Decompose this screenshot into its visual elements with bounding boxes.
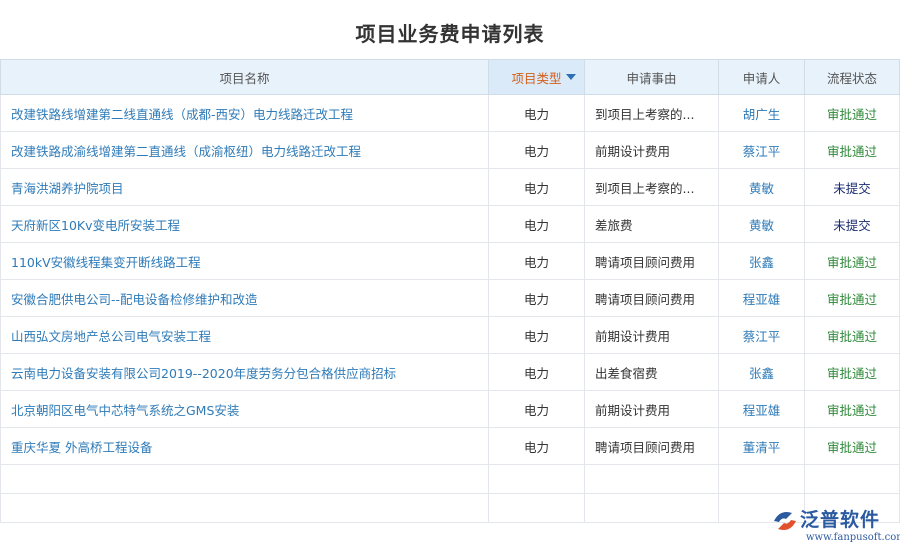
- empty-cell: [718, 464, 805, 494]
- project-name-link[interactable]: 110kV安徽线程集变开断线路工程: [0, 242, 489, 280]
- project-name-link[interactable]: 重庆华夏 外高桥工程设备: [0, 427, 489, 465]
- project-name-link[interactable]: 山西弘文房地产总公司电气安装工程: [0, 316, 489, 354]
- status-cell: 未提交: [804, 205, 900, 243]
- applicant-link[interactable]: 蔡江平: [718, 131, 805, 169]
- table-row[interactable]: 山西弘文房地产总公司电气安装工程 电力 前期设计费用 蔡江平 审批通过: [0, 316, 900, 354]
- reason-cell: 聘请项目顾问费用: [584, 279, 719, 317]
- status-cell: 审批通过: [804, 353, 900, 391]
- project-type-cell: 电力: [488, 168, 585, 206]
- table-row[interactable]: 重庆华夏 外高桥工程设备 电力 聘请项目顾问费用 董清平 审批通过: [0, 427, 900, 465]
- project-type-cell: 电力: [488, 94, 585, 132]
- status-cell: 未提交: [804, 168, 900, 206]
- project-type-cell: 电力: [488, 427, 585, 465]
- column-header-applicant[interactable]: 申请人: [718, 59, 805, 95]
- page-title: 项目业务费申请列表: [355, 22, 545, 46]
- application-table: 项目名称 项目类型 申请事由 申请人 流程状态 改建铁路线增建第二线直通线（成都…: [0, 59, 900, 523]
- column-header-project-type[interactable]: 项目类型: [488, 59, 585, 95]
- table-row[interactable]: 云南电力设备安装有限公司2019--2020年度劳务分包合格供应商招标 电力 出差食…: [0, 353, 900, 391]
- reason-cell: 前期设计费用: [584, 131, 719, 169]
- column-header-label: 项目类型: [511, 70, 562, 86]
- brand-logo: 泛普软件 www.fanpusoft.com: [770, 505, 900, 547]
- status-cell: 审批通过: [804, 279, 900, 317]
- project-type-cell: 电力: [488, 205, 585, 243]
- project-name-link[interactable]: 改建铁路成渝线增建第二直通线（成渝枢纽）电力线路迁改工程: [0, 131, 489, 169]
- project-name-link[interactable]: 云南电力设备安装有限公司2019--2020年度劳务分包合格供应商招标: [0, 353, 489, 391]
- status-cell: 审批通过: [804, 427, 900, 465]
- reason-cell: 到项目上考察的...: [584, 168, 719, 206]
- applicant-link[interactable]: 黄敏: [718, 205, 805, 243]
- table-row[interactable]: 改建铁路线增建第二线直通线（成都-西安）电力线路迁改工程 电力 到项目上考察的...…: [0, 94, 900, 132]
- status-cell: 审批通过: [804, 242, 900, 280]
- applicant-link[interactable]: 董清平: [718, 427, 805, 465]
- project-type-cell: 电力: [488, 131, 585, 169]
- empty-cell: [0, 493, 489, 523]
- sort-down-icon[interactable]: [566, 74, 576, 80]
- column-header-status[interactable]: 流程状态: [804, 59, 900, 95]
- table-row[interactable]: 天府新区10Kv变电所安装工程 电力 差旅费 黄敏 未提交: [0, 205, 900, 243]
- empty-cell: [584, 464, 719, 494]
- reason-cell: 出差食宿费: [584, 353, 719, 391]
- project-name-link[interactable]: 安徽合肥供电公司--配电设备检修维护和改造: [0, 279, 489, 317]
- table-row[interactable]: 青海洪湖养护院项目 电力 到项目上考察的... 黄敏 未提交: [0, 168, 900, 206]
- reason-cell: 前期设计费用: [584, 390, 719, 428]
- table-row[interactable]: 安徽合肥供电公司--配电设备检修维护和改造 电力 聘请项目顾问费用 程亚雄 审批通过: [0, 279, 900, 317]
- column-header-project-name[interactable]: 项目名称: [0, 59, 489, 95]
- project-type-cell: 电力: [488, 279, 585, 317]
- empty-cell: [584, 493, 719, 523]
- empty-cell: [488, 464, 585, 494]
- empty-row: [0, 493, 900, 523]
- status-cell: 审批通过: [804, 316, 900, 354]
- logo-brand-text: 泛普软件: [800, 509, 881, 531]
- logo-icon: [774, 512, 796, 530]
- applicant-link[interactable]: 胡广生: [718, 94, 805, 132]
- status-cell: 审批通过: [804, 390, 900, 428]
- applicant-link[interactable]: 程亚雄: [718, 390, 805, 428]
- reason-cell: 聘请项目顾问费用: [584, 427, 719, 465]
- project-name-link[interactable]: 青海洪湖养护院项目: [0, 168, 489, 206]
- project-type-cell: 电力: [488, 390, 585, 428]
- project-type-cell: 电力: [488, 353, 585, 391]
- applicant-link[interactable]: 张鑫: [718, 353, 805, 391]
- applicant-link[interactable]: 张鑫: [718, 242, 805, 280]
- project-type-cell: 电力: [488, 316, 585, 354]
- logo-url-text: www.fanpusoft.com: [806, 532, 900, 543]
- status-cell: 审批通过: [804, 131, 900, 169]
- applicant-link[interactable]: 蔡江平: [718, 316, 805, 354]
- empty-cell: [0, 464, 489, 494]
- empty-row: [0, 464, 900, 494]
- table-header-row: 项目名称 项目类型 申请事由 申请人 流程状态: [0, 59, 900, 95]
- column-header-reason[interactable]: 申请事由: [584, 59, 719, 95]
- empty-cell: [804, 464, 900, 494]
- project-type-cell: 电力: [488, 242, 585, 280]
- reason-cell: 聘请项目顾问费用: [584, 242, 719, 280]
- project-name-link[interactable]: 改建铁路线增建第二线直通线（成都-西安）电力线路迁改工程: [0, 94, 489, 132]
- table-row[interactable]: 北京朝阳区电气中芯特气系统之GMS安装 电力 前期设计费用 程亚雄 审批通过: [0, 390, 900, 428]
- project-name-link[interactable]: 天府新区10Kv变电所安装工程: [0, 205, 489, 243]
- table-row[interactable]: 110kV安徽线程集变开断线路工程 电力 聘请项目顾问费用 张鑫 审批通过: [0, 242, 900, 280]
- reason-cell: 前期设计费用: [584, 316, 719, 354]
- project-name-link[interactable]: 北京朝阳区电气中芯特气系统之GMS安装: [0, 390, 489, 428]
- reason-cell: 到项目上考察的...: [584, 94, 719, 132]
- table-row[interactable]: 改建铁路成渝线增建第二直通线（成渝枢纽）电力线路迁改工程 电力 前期设计费用 蔡江平审…: [0, 131, 900, 169]
- status-cell: 审批通过: [804, 94, 900, 132]
- applicant-link[interactable]: 黄敏: [718, 168, 805, 206]
- applicant-link[interactable]: 程亚雄: [718, 279, 805, 317]
- reason-cell: 差旅费: [584, 205, 719, 243]
- empty-cell: [488, 493, 585, 523]
